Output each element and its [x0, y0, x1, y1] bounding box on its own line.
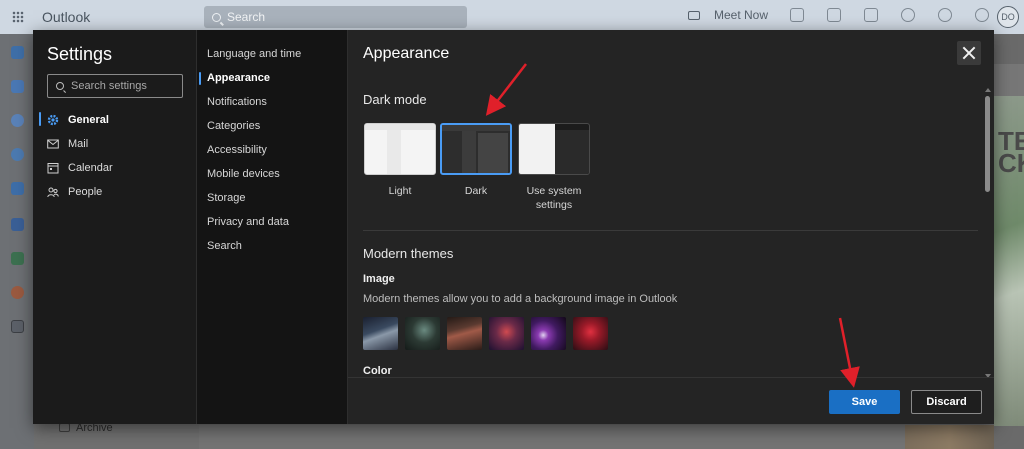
scrollbar-thumb[interactable]: [985, 96, 990, 192]
subcategory-categories[interactable]: Categories: [207, 120, 260, 136]
color-heading: Color: [363, 365, 392, 377]
subcategory-privacy-and-data[interactable]: Privacy and data: [207, 216, 289, 232]
search-icon: [212, 12, 221, 22]
active-category-indicator: [39, 112, 41, 126]
search-placeholder: Search: [227, 10, 266, 24]
todo-app-icon[interactable]: [11, 182, 24, 195]
app-launcher-icon[interactable]: [12, 11, 24, 23]
subcategory-language-and-time[interactable]: Language and time: [207, 48, 301, 64]
mail-app-icon[interactable]: [11, 46, 24, 59]
dark-mode-heading: Dark mode: [363, 92, 427, 107]
word-app-icon[interactable]: [11, 218, 24, 231]
image-description: Modern themes allow you to add a backgro…: [363, 293, 678, 305]
theme-thumbnail-4[interactable]: [489, 317, 524, 350]
groups-app-icon[interactable]: [11, 148, 24, 161]
background-ad-image: [905, 425, 994, 449]
light-mode-option[interactable]: [364, 123, 436, 175]
subcategory-accessibility[interactable]: Accessibility: [207, 144, 267, 160]
gear-icon[interactable]: [938, 8, 953, 22]
preview-column: [387, 130, 401, 174]
close-button[interactable]: [957, 41, 981, 65]
category-label: General: [68, 114, 109, 126]
settings-title: Settings: [47, 44, 113, 64]
subcategory-appearance[interactable]: Appearance: [207, 72, 270, 88]
office-icon[interactable]: [827, 8, 842, 22]
appearance-pane: Appearance Dark mode Light Dark Use syst…: [348, 30, 994, 424]
category-general[interactable]: General: [47, 111, 109, 129]
subcategory-storage[interactable]: Storage: [207, 192, 246, 208]
footer-divider: [348, 377, 994, 378]
ad-text: TE CK: [998, 126, 1024, 178]
bell-icon[interactable]: [901, 8, 916, 22]
preview-light-half: [519, 124, 555, 174]
app-rail: [0, 34, 34, 449]
discard-button[interactable]: Discard: [911, 390, 982, 414]
search-icon: [56, 82, 64, 90]
category-label: People: [68, 186, 103, 198]
preview-column: [462, 131, 476, 173]
todo-icon[interactable]: [864, 8, 879, 22]
video-camera-icon: [688, 10, 700, 20]
people-app-icon[interactable]: [11, 114, 24, 127]
settings-subcategories-panel: Language and time Appearance Notificatio…: [197, 30, 348, 424]
scroll-up-icon[interactable]: [985, 88, 991, 92]
archive-icon: [59, 423, 70, 432]
subcategory-mobile-devices[interactable]: Mobile devices: [207, 168, 280, 184]
light-mode-label: Light: [388, 185, 412, 197]
dark-mode-label: Dark: [464, 185, 488, 197]
background-message-list: [199, 425, 905, 449]
theme-thumbnail-5[interactable]: [531, 317, 566, 350]
settings-categories-panel: Settings Search settings General Mail Ca…: [33, 30, 197, 424]
image-heading: Image: [363, 273, 395, 285]
top-right-toolbar: Meet Now: [688, 8, 1012, 22]
pane-scrollbar[interactable]: [984, 88, 992, 378]
search-input[interactable]: Search: [204, 6, 467, 28]
background-advertisement: TE CK: [994, 96, 1024, 426]
dark-mode-option[interactable]: [440, 123, 512, 175]
calendar-icon: [47, 163, 59, 174]
meet-now-label: Meet Now: [714, 8, 769, 22]
preview-content: [478, 133, 508, 173]
modern-themes-heading: Modern themes: [363, 246, 454, 261]
excel-app-icon[interactable]: [11, 252, 24, 265]
save-button[interactable]: Save: [829, 390, 900, 414]
powerpoint-app-icon[interactable]: [11, 286, 24, 299]
subcategory-search[interactable]: Search: [207, 240, 242, 256]
background-folder-item[interactable]: Archive: [34, 420, 199, 449]
subcategory-notifications[interactable]: Notifications: [207, 96, 267, 112]
settings-search-input[interactable]: Search settings: [47, 74, 183, 98]
theme-thumbnail-6[interactable]: [573, 317, 608, 350]
preview-dark-half: [555, 130, 589, 174]
calendar-app-icon[interactable]: [11, 80, 24, 93]
settings-search-placeholder: Search settings: [71, 80, 147, 92]
category-calendar[interactable]: Calendar: [47, 159, 113, 177]
category-people[interactable]: People: [47, 183, 102, 201]
avatar[interactable]: DO: [997, 6, 1019, 28]
preview-header: [442, 125, 510, 131]
gear-icon: [47, 114, 59, 126]
pane-title: Appearance: [363, 45, 450, 62]
people-icon: [47, 187, 59, 198]
lightbulb-icon[interactable]: [975, 8, 990, 22]
top-bar: Outlook Search Meet Now DO: [0, 0, 1024, 34]
system-mode-option[interactable]: [518, 123, 590, 175]
meet-now-button[interactable]: Meet Now: [688, 8, 768, 22]
theme-thumbnail-3[interactable]: [447, 317, 482, 350]
category-label: Calendar: [68, 162, 113, 174]
more-apps-icon[interactable]: [11, 320, 24, 333]
app-title[interactable]: Outlook: [42, 9, 90, 25]
theme-thumbnail-2[interactable]: [405, 317, 440, 350]
settings-dialog: Settings Search settings General Mail Ca…: [33, 30, 994, 424]
category-mail[interactable]: Mail: [47, 135, 88, 153]
category-label: Mail: [68, 138, 89, 150]
mail-icon: [47, 139, 59, 149]
theme-thumbnail-1[interactable]: [363, 317, 398, 350]
system-mode-label: Use system settings: [526, 185, 582, 211]
active-subcategory-indicator: [199, 72, 201, 85]
teams-icon[interactable]: [790, 8, 805, 22]
section-divider: [363, 230, 978, 231]
